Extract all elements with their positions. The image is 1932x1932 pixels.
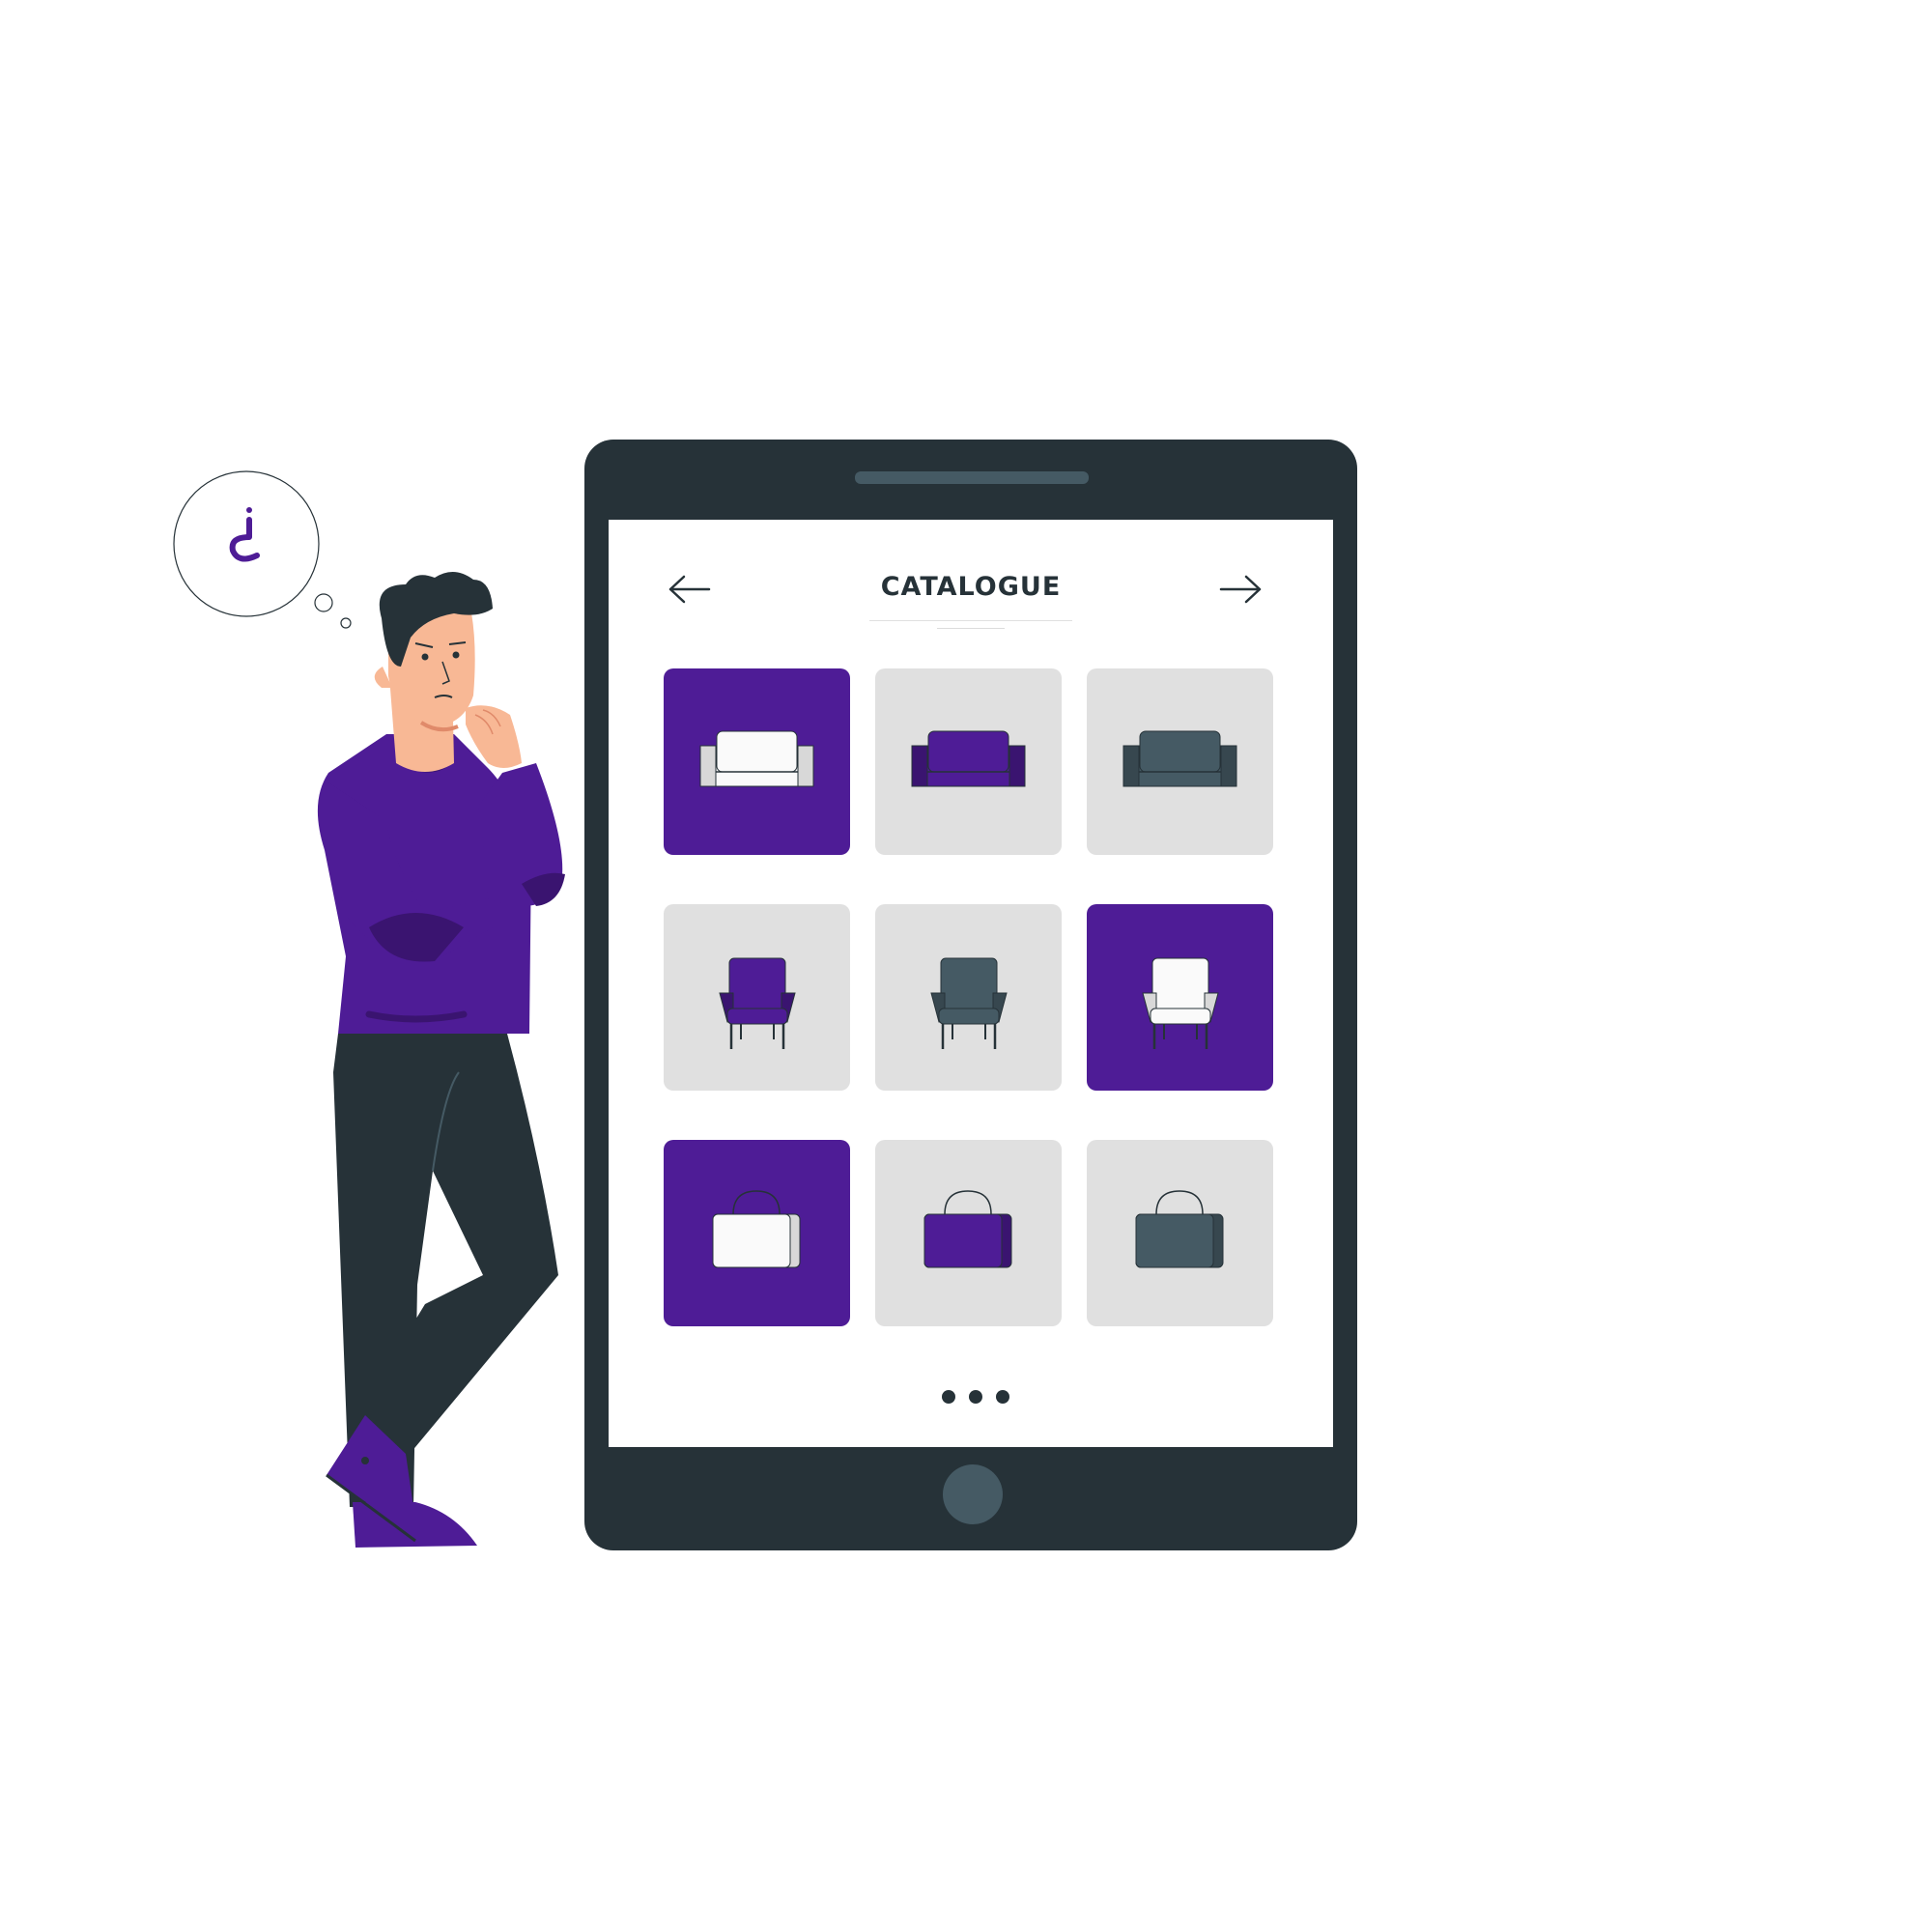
- title-divider: [869, 620, 1072, 621]
- pager-dot[interactable]: [996, 1390, 1009, 1404]
- product-tile-bag[interactable]: [875, 1140, 1062, 1326]
- sofa-icon: [911, 730, 1026, 787]
- bag-icon: [1135, 1190, 1224, 1268]
- arrow-left-icon[interactable]: [667, 573, 711, 606]
- armchair-icon: [1142, 957, 1219, 1049]
- product-tile-armchair[interactable]: [664, 904, 850, 1091]
- pagination-dots[interactable]: [942, 1389, 1009, 1405]
- product-tile-bag[interactable]: [1087, 1140, 1273, 1326]
- product-tile-sofa[interactable]: [1087, 668, 1273, 855]
- person-sweater: [317, 734, 565, 1034]
- title-divider-accent: [937, 628, 1005, 629]
- pager-dot[interactable]: [942, 1390, 955, 1404]
- tablet-device: CATALOGUE: [584, 440, 1357, 1550]
- product-tile-bag[interactable]: [664, 1140, 850, 1326]
- armchair-icon: [719, 957, 796, 1049]
- catalogue-title: CATALOGUE: [880, 572, 1062, 602]
- armchair-icon: [930, 957, 1008, 1049]
- product-tile-sofa[interactable]: [875, 668, 1062, 855]
- sofa-icon: [699, 730, 814, 787]
- sofa-icon: [1122, 730, 1237, 787]
- product-tile-armchair[interactable]: [875, 904, 1062, 1091]
- product-grid: [664, 668, 1273, 1326]
- person-head: [374, 571, 522, 772]
- thought-bubble: [173, 470, 352, 629]
- product-tile-armchair[interactable]: [1087, 904, 1273, 1091]
- home-button[interactable]: [943, 1464, 1003, 1524]
- catalogue-screen: CATALOGUE: [609, 520, 1333, 1447]
- tablet-speaker: [855, 471, 1089, 484]
- arrow-right-icon[interactable]: [1219, 573, 1264, 606]
- pager-dot[interactable]: [969, 1390, 982, 1404]
- bag-icon: [923, 1190, 1012, 1268]
- product-tile-sofa[interactable]: [664, 668, 850, 855]
- bag-icon: [712, 1190, 801, 1268]
